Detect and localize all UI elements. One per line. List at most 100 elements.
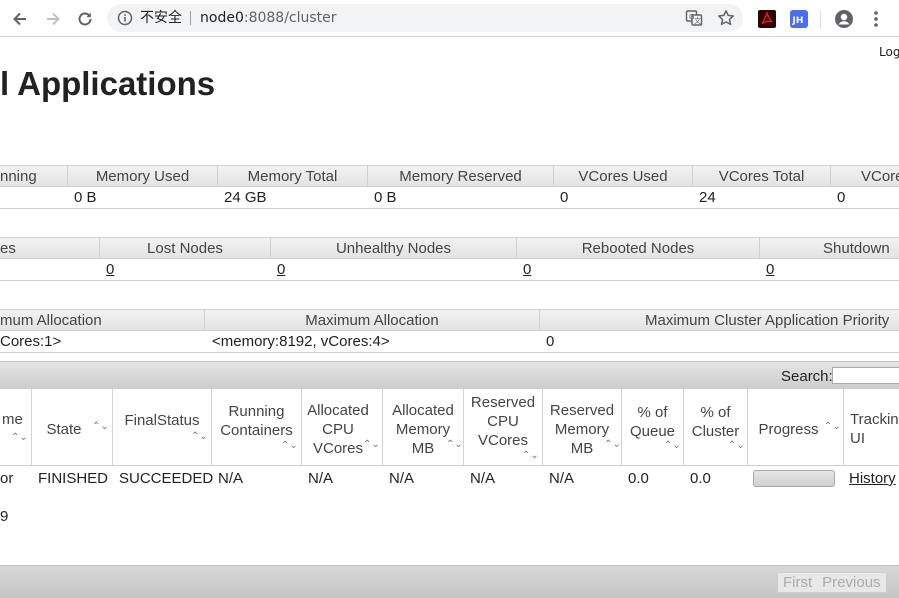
lost-nodes-link[interactable]: 0: [106, 259, 114, 280]
cluster-metrics-header: nning Memory Used Memory Total Memory Re…: [0, 165, 899, 187]
header-cell[interactable]: Memory Reserved: [367, 166, 553, 187]
header-cell[interactable]: Memory Total: [217, 166, 367, 187]
column-header-finalstatus[interactable]: FinalStatus ⌃⌄: [112, 389, 211, 465]
reserved-cpu-cell: N/A: [470, 470, 496, 487]
column-label: % of Cluster: [691, 404, 740, 440]
bookmark-star-icon[interactable]: [716, 8, 736, 28]
search-label: Search:: [781, 368, 833, 385]
pdf-extension-icon[interactable]: [757, 9, 777, 29]
sort-icon[interactable]: ⌃⌄: [604, 440, 621, 450]
node-metrics-header: es Lost Nodes Unhealthy Nodes Rebooted N…: [0, 237, 899, 259]
apps-table-header: me ⌃⌄ State ⌃⌄ FinalStatus ⌃⌄ Running Co…: [0, 389, 899, 466]
history-link[interactable]: History: [849, 470, 896, 488]
sort-icon[interactable]: ⌃⌄: [664, 441, 681, 451]
column-header-allocated-memory[interactable]: Allocated Memory MB ⌃⌄: [382, 389, 463, 465]
sort-icon[interactable]: ⌃⌄: [281, 441, 298, 451]
header-cell[interactable]: VCore: [830, 166, 899, 187]
svg-text:文: 文: [694, 16, 701, 25]
column-header-name[interactable]: me ⌃⌄: [0, 389, 31, 465]
scheduler-metrics-table: mum Allocation Maximum Allocation Maximu…: [0, 309, 899, 353]
reserved-memory-cell: N/A: [549, 470, 575, 487]
sort-icon[interactable]: ⌃⌄: [824, 422, 841, 432]
header-cell[interactable]: Maximum Cluster Application Priority: [539, 310, 899, 331]
unhealthy-nodes-link[interactable]: 0: [277, 259, 285, 280]
scheduler-metrics-row: Cores:1> <memory:8192, vCores:4> 0: [0, 331, 899, 353]
column-header-pct-cluster[interactable]: % of Cluster ⌃⌄: [683, 389, 747, 465]
column-label: State: [46, 421, 82, 438]
rebooted-nodes-link[interactable]: 0: [523, 259, 531, 280]
sort-icon[interactable]: ⌃⌄: [446, 440, 463, 450]
node-metrics-table: es Lost Nodes Unhealthy Nodes Rebooted N…: [0, 237, 899, 281]
column-label: me: [2, 411, 23, 428]
node-metrics-row: 0 0 0 0: [0, 259, 899, 281]
header-cell[interactable]: nning: [0, 166, 67, 187]
column-header-running-containers[interactable]: Running Containers ⌃⌄: [211, 389, 301, 465]
metric-value: 0 B: [374, 189, 397, 206]
sort-icon[interactable]: ⌃⌄: [191, 432, 208, 442]
pct-queue-cell: 0.0: [628, 470, 649, 487]
security-label[interactable]: 不安全: [140, 10, 182, 26]
reload-icon[interactable]: [75, 9, 95, 29]
header-cell[interactable]: Lost Nodes: [99, 238, 270, 259]
running-containers-cell: N/A: [218, 470, 244, 487]
sort-icon[interactable]: ⌃⌄: [363, 440, 380, 450]
header-cell[interactable]: Unhealthy Nodes: [270, 238, 516, 259]
column-label: FinalStatus: [124, 412, 200, 429]
sort-icon[interactable]: ⌃⌄: [728, 441, 745, 451]
column-label: Reserved CPU VCores: [470, 394, 536, 449]
menu-kebab-icon[interactable]: [866, 9, 886, 29]
header-cell[interactable]: VCores Used: [553, 166, 692, 187]
forward-arrow-icon[interactable]: [43, 9, 63, 29]
apps-table-toolbar: Search:: [0, 361, 899, 389]
search-input[interactable]: [832, 367, 899, 384]
sort-icon[interactable]: ⌃⌄: [92, 422, 109, 432]
pagination: First Previous: [777, 572, 887, 593]
omnibox-divider: [190, 11, 191, 25]
allocated-cpu-cell: N/A: [308, 470, 334, 487]
info-icon[interactable]: [115, 8, 135, 28]
column-label: Progress: [758, 421, 819, 438]
scheduler-metrics-header: mum Allocation Maximum Allocation Maximu…: [0, 309, 899, 331]
app-name-cell: or: [0, 470, 14, 487]
translate-icon[interactable]: G文: [684, 8, 704, 28]
header-cell[interactable]: Maximum Allocation: [204, 310, 539, 331]
column-header-reserved-memory[interactable]: Reserved Memory MB ⌃⌄: [542, 389, 621, 465]
metric-value: 24: [699, 189, 716, 206]
metric-value: 0: [560, 189, 569, 206]
column-label: % of Queue: [629, 404, 676, 440]
metric-value: <memory:8192, vCores:4>: [212, 333, 390, 350]
header-cell[interactable]: Memory Used: [67, 166, 217, 187]
first-page-button[interactable]: First: [778, 574, 817, 591]
column-header-pct-queue[interactable]: % of Queue ⌃⌄: [621, 389, 683, 465]
shutdown-nodes-link[interactable]: 0: [766, 259, 774, 280]
metric-value: 0: [546, 333, 555, 350]
column-header-tracking-ui[interactable]: Trackin UI: [843, 389, 899, 465]
header-cell[interactable]: VCores Total: [692, 166, 830, 187]
previous-page-button[interactable]: Previous: [817, 574, 885, 591]
column-header-state[interactable]: State ⌃⌄: [31, 389, 112, 465]
sort-icon[interactable]: ⌃⌄: [11, 433, 28, 443]
jh-extension-icon[interactable]: JH: [789, 9, 809, 29]
profile-avatar-icon[interactable]: [834, 9, 854, 29]
header-cell[interactable]: Rebooted Nodes: [516, 238, 759, 259]
metric-value: 24 GB: [224, 189, 267, 206]
table-row: or FINISHED SUCCEEDED N/A N/A N/A N/A N/…: [0, 466, 899, 492]
address-bar[interactable]: 不安全 node0:8088/cluster G文: [107, 4, 743, 32]
metric-value: 0 B: [74, 189, 97, 206]
column-header-progress[interactable]: Progress ⌃⌄: [747, 389, 843, 465]
progress-bar: [753, 470, 835, 487]
metric-value: Cores:1>: [0, 333, 62, 350]
column-header-reserved-cpu[interactable]: Reserved CPU VCores ⌃⌄: [463, 389, 542, 465]
logged-in-label: Log: [879, 45, 899, 59]
url-rest: :8088/cluster: [243, 10, 337, 26]
column-header-allocated-cpu[interactable]: Allocated CPU VCores ⌃⌄: [301, 389, 382, 465]
url-text[interactable]: node0:8088/cluster: [200, 10, 337, 26]
pct-cluster-cell: 0.0: [690, 470, 711, 487]
sort-icon[interactable]: ⌃⌄: [522, 451, 539, 461]
metric-value: 0: [837, 189, 846, 206]
header-cell[interactable]: mum Allocation: [0, 310, 204, 331]
app-state-cell: FINISHED: [38, 470, 109, 487]
back-arrow-icon[interactable]: [10, 9, 30, 29]
header-cell[interactable]: es: [0, 238, 99, 259]
header-cell[interactable]: Shutdown: [759, 238, 899, 259]
